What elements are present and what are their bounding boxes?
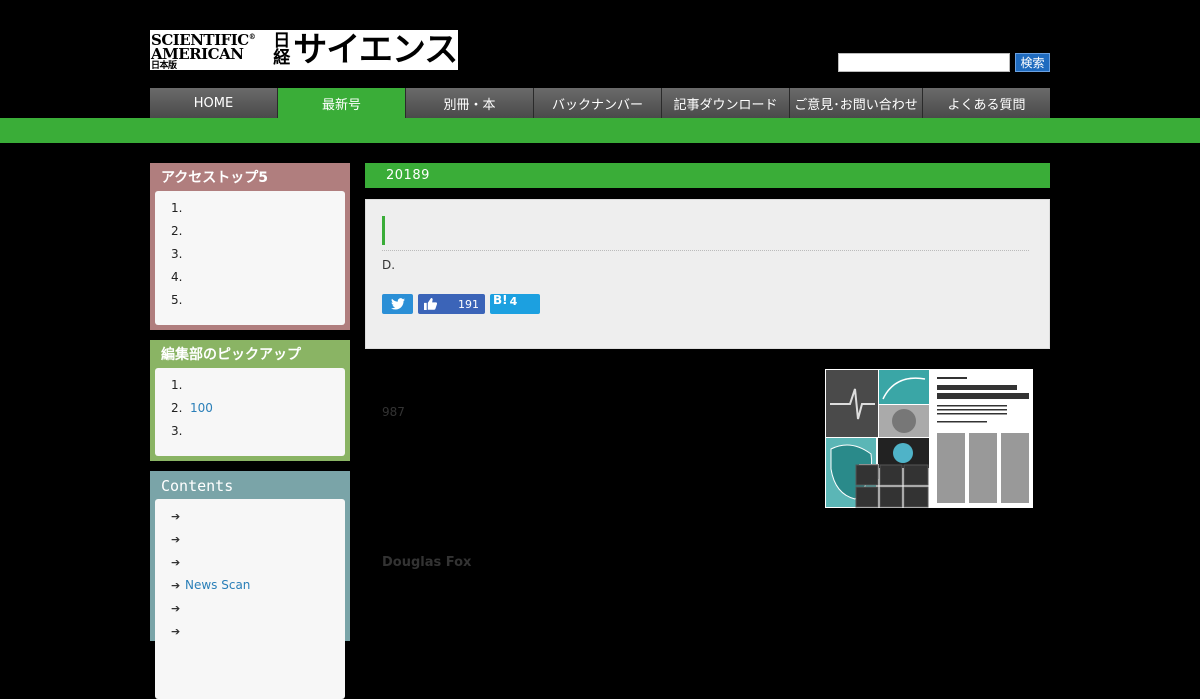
list-item[interactable]: ➔ News Scan: [171, 574, 345, 597]
article-author-initial: D.: [382, 258, 396, 272]
contents-box: Contents ➔ ➔ ➔ ➔ News Scan ➔ ➔: [150, 471, 350, 699]
list-item[interactable]: 1.: [171, 374, 345, 397]
article-author-name: Douglas Fox: [382, 555, 472, 570]
nav-latest-issue[interactable]: 最新号: [278, 88, 406, 118]
nav-special-books[interactable]: 別冊・本: [406, 88, 534, 118]
editor-pickup-box: 編集部のピックアップ 1. 2. 100 3.: [150, 340, 350, 461]
nav-underline-band: [0, 118, 1200, 143]
list-item[interactable]: ➔: [171, 620, 345, 643]
search-button[interactable]: 検索: [1015, 53, 1050, 72]
thumbs-up-icon: [424, 298, 437, 310]
arrow-right-icon: ➔: [171, 602, 181, 615]
editor-pickup-list: 1. 2. 100 3.: [155, 368, 345, 456]
issue-heading: 20189: [365, 163, 1050, 188]
list-number: 3.: [171, 424, 183, 438]
arrow-right-icon: ➔: [171, 556, 181, 569]
arrow-right-icon: ➔: [171, 510, 181, 523]
nav-article-download[interactable]: 記事ダウンロード: [662, 88, 790, 118]
logo-nikkei: 日経: [273, 31, 291, 68]
list-number: 1.: [171, 378, 183, 392]
list-number: 5.: [171, 293, 183, 307]
contents-link-news-scan[interactable]: News Scan: [185, 578, 250, 592]
site-logo[interactable]: SCIENTIFIC® AMERICAN 日本版 日経 サイエンス: [150, 30, 458, 71]
article-header-box: D. 191 B! 4: [365, 199, 1050, 349]
hatena-bookmark-icon: B!: [493, 293, 508, 307]
contents-title: Contents: [161, 477, 234, 495]
contents-list: ➔ ➔ ➔ ➔ News Scan ➔ ➔: [155, 499, 345, 699]
list-item[interactable]: ➔: [171, 505, 345, 528]
search-input[interactable]: [838, 53, 1010, 72]
main-nav: HOME 最新号 別冊・本 バックナンバー 記事ダウンロード ご意見･お問い合わ…: [150, 88, 1050, 118]
article-thumbnail[interactable]: [825, 369, 1033, 508]
nav-contact[interactable]: ご意見･お問い合わせ: [790, 88, 923, 118]
article-thumbnail-image: [825, 369, 1033, 508]
arrow-right-icon: ➔: [171, 625, 181, 638]
logo-science: サイエンス: [293, 30, 458, 70]
list-item[interactable]: ➔: [171, 551, 345, 574]
divider: [382, 250, 1029, 251]
access-top5-list: 1. 2. 3. 4. 5.: [155, 191, 345, 325]
list-item[interactable]: 4.: [171, 266, 345, 289]
access-top5-title: アクセストップ5: [161, 170, 269, 186]
arrow-right-icon: ➔: [171, 579, 181, 592]
list-number: 2.: [171, 401, 183, 415]
facebook-like-button[interactable]: 191: [418, 294, 485, 314]
list-item[interactable]: 2.: [171, 220, 345, 243]
editor-pickup-title: 編集部のピックアップ: [161, 347, 301, 363]
list-item[interactable]: 3.: [171, 243, 345, 266]
twitter-icon: [390, 298, 405, 310]
access-top5-box: アクセストップ5 1. 2. 3. 4. 5.: [150, 163, 350, 330]
list-item[interactable]: 1.: [171, 197, 345, 220]
logo-line2: AMERICAN: [151, 44, 244, 63]
article-title-accent: [382, 216, 385, 245]
twitter-button[interactable]: [382, 294, 413, 314]
pickup-link[interactable]: 100: [190, 401, 213, 415]
page-number: 987: [382, 405, 405, 419]
nav-back-numbers[interactable]: バックナンバー: [534, 88, 662, 118]
list-item[interactable]: 2. 100: [171, 397, 345, 420]
list-number: 2.: [171, 224, 183, 238]
hatena-bookmark-button[interactable]: B! 4: [490, 294, 540, 314]
facebook-count: 191: [458, 297, 479, 311]
list-item[interactable]: 5.: [171, 289, 345, 312]
nav-faq[interactable]: よくある質問: [923, 88, 1050, 118]
arrow-right-icon: ➔: [171, 533, 181, 546]
social-buttons: 191 B! 4: [382, 294, 540, 314]
list-item[interactable]: ➔: [171, 597, 345, 620]
list-item[interactable]: 3.: [171, 420, 345, 443]
list-number: 3.: [171, 247, 183, 261]
list-item[interactable]: ➔: [171, 528, 345, 551]
list-number: 1.: [171, 201, 183, 215]
scientific-american-logo: SCIENTIFIC® AMERICAN 日本版: [151, 30, 256, 71]
nav-home[interactable]: HOME: [150, 88, 278, 118]
hatena-count: 4: [509, 295, 518, 308]
list-number: 4.: [171, 270, 183, 284]
